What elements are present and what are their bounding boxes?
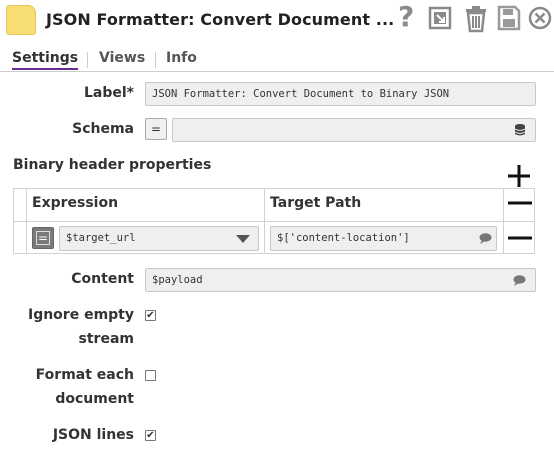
schema-input[interactable] bbox=[172, 118, 536, 142]
remove-row-icon[interactable] bbox=[507, 231, 533, 245]
delete-icon[interactable] bbox=[463, 5, 489, 33]
format-each-checkbox[interactable] bbox=[145, 370, 156, 381]
col-expression-header: Expression bbox=[32, 195, 119, 211]
tab-settings[interactable]: Settings bbox=[12, 50, 79, 70]
expression-input[interactable]: $target_url bbox=[59, 226, 259, 251]
chevron-down-icon[interactable] bbox=[235, 234, 251, 244]
tab-info[interactable]: Info bbox=[166, 50, 197, 66]
database-icon[interactable] bbox=[513, 123, 527, 137]
content-input[interactable]: $payload bbox=[145, 268, 536, 292]
ignore-empty-label-line2: stream bbox=[78, 331, 134, 347]
add-row-icon[interactable] bbox=[506, 164, 532, 188]
document-icon bbox=[6, 5, 36, 35]
target-path-input[interactable]: $['content-location'] bbox=[270, 226, 497, 251]
tab-views[interactable]: Views bbox=[99, 50, 145, 66]
format-each-label-line2: document bbox=[55, 391, 134, 407]
label-field-label: Label* bbox=[83, 85, 134, 101]
json-lines-label: JSON lines bbox=[52, 427, 134, 443]
row-expression-toggle[interactable]: = bbox=[32, 227, 54, 249]
save-icon[interactable] bbox=[497, 5, 521, 31]
snap-title: JSON Formatter: Convert Document ... bbox=[46, 10, 395, 29]
binary-header-heading: Binary header properties bbox=[13, 157, 212, 173]
label-input[interactable]: JSON Formatter: Convert Document to Bina… bbox=[145, 82, 536, 106]
schema-expression-toggle[interactable]: = bbox=[145, 118, 167, 140]
close-icon[interactable] bbox=[528, 6, 552, 30]
ignore-empty-label: Ignore empty bbox=[27, 307, 134, 323]
remove-all-icon[interactable] bbox=[507, 196, 533, 210]
comment-icon[interactable] bbox=[479, 233, 492, 244]
comment-icon[interactable] bbox=[513, 275, 526, 286]
format-each-label: Format each bbox=[35, 367, 134, 383]
schema-label: Schema bbox=[72, 121, 134, 137]
ignore-empty-checkbox[interactable]: ✔ bbox=[145, 310, 156, 321]
content-label: Content bbox=[71, 271, 134, 287]
json-lines-checkbox[interactable]: ✔ bbox=[145, 430, 156, 441]
col-target-path-header: Target Path bbox=[270, 195, 362, 211]
export-icon[interactable] bbox=[428, 6, 454, 32]
help-icon[interactable]: ? bbox=[398, 0, 414, 33]
tab-bar: Settings Views Info bbox=[0, 48, 554, 72]
